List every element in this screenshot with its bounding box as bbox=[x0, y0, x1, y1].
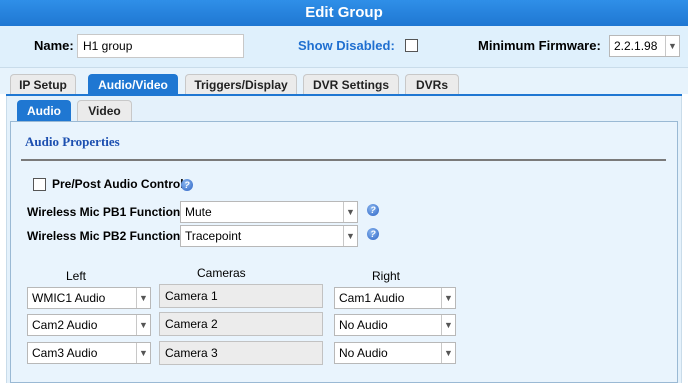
left-audio-value: Cam3 Audio bbox=[32, 346, 98, 360]
show-disabled-checkbox[interactable] bbox=[405, 39, 418, 52]
chevron-down-icon: ▼ bbox=[136, 288, 150, 308]
pre-post-audio-label: Pre/Post Audio Control bbox=[52, 177, 184, 191]
left-column-header: Left bbox=[66, 269, 87, 283]
chevron-down-icon: ▼ bbox=[136, 343, 150, 363]
left-audio-select-2[interactable]: Cam2 Audio ▼ bbox=[27, 314, 151, 336]
tab-audio-video[interactable]: Audio/Video bbox=[88, 74, 178, 94]
min-firmware-select[interactable]: 2.2.1.98 ▼ bbox=[609, 35, 680, 57]
section-title: Audio Properties bbox=[25, 134, 120, 149]
pb1-label: Wireless Mic PB1 Function bbox=[27, 205, 181, 219]
right-column-header: Right bbox=[372, 269, 401, 283]
chevron-down-icon: ▼ bbox=[343, 226, 357, 246]
chevron-down-icon: ▼ bbox=[441, 343, 455, 363]
right-audio-select-2[interactable]: No Audio ▼ bbox=[334, 314, 456, 336]
cameras-column-header: Cameras bbox=[197, 266, 246, 280]
right-audio-value: No Audio bbox=[339, 318, 388, 332]
name-label: Name: bbox=[34, 38, 74, 53]
show-disabled-label: Show Disabled: bbox=[298, 38, 395, 53]
pb2-label: Wireless Mic PB2 Function bbox=[27, 229, 181, 243]
min-firmware-label: Minimum Firmware: bbox=[478, 38, 601, 53]
name-input[interactable]: H1 group bbox=[77, 34, 244, 58]
left-audio-value: WMIC1 Audio bbox=[32, 291, 106, 305]
pre-post-audio-checkbox[interactable] bbox=[33, 178, 46, 191]
right-audio-select-1[interactable]: Cam1 Audio ▼ bbox=[334, 287, 456, 309]
chevron-down-icon: ▼ bbox=[343, 202, 357, 222]
min-firmware-value: 2.2.1.98 bbox=[614, 39, 658, 53]
chevron-down-icon: ▼ bbox=[665, 36, 679, 56]
tab-dvr-settings[interactable]: DVR Settings bbox=[303, 74, 399, 94]
camera-field-1: Camera 1 bbox=[159, 284, 323, 308]
right-audio-select-3[interactable]: No Audio ▼ bbox=[334, 342, 456, 364]
tab-ip-setup[interactable]: IP Setup bbox=[10, 74, 76, 94]
help-icon[interactable]: ? bbox=[367, 204, 379, 216]
right-audio-value: Cam1 Audio bbox=[339, 291, 405, 305]
subtab-audio[interactable]: Audio bbox=[17, 100, 71, 121]
right-audio-value: No Audio bbox=[339, 346, 388, 360]
pb2-select[interactable]: Tracepoint ▼ bbox=[180, 225, 358, 247]
subtab-video[interactable]: Video bbox=[77, 100, 132, 121]
pb1-select[interactable]: Mute ▼ bbox=[180, 201, 358, 223]
section-divider bbox=[21, 159, 666, 161]
tab-triggers-display[interactable]: Triggers/Display bbox=[185, 74, 297, 94]
left-audio-select-1[interactable]: WMIC1 Audio ▼ bbox=[27, 287, 151, 309]
camera-field-2: Camera 2 bbox=[159, 312, 323, 336]
left-audio-select-3[interactable]: Cam3 Audio ▼ bbox=[27, 342, 151, 364]
help-icon[interactable]: ? bbox=[181, 179, 193, 191]
help-icon[interactable]: ? bbox=[367, 228, 379, 240]
tab-dvrs[interactable]: DVRs bbox=[405, 74, 459, 94]
window-title: Edit Group bbox=[0, 0, 688, 26]
left-audio-value: Cam2 Audio bbox=[32, 318, 98, 332]
pb2-value: Tracepoint bbox=[185, 229, 242, 243]
camera-field-3: Camera 3 bbox=[159, 341, 323, 365]
chevron-down-icon: ▼ bbox=[441, 288, 455, 308]
pb1-value: Mute bbox=[185, 205, 212, 219]
chevron-down-icon: ▼ bbox=[441, 315, 455, 335]
chevron-down-icon: ▼ bbox=[136, 315, 150, 335]
